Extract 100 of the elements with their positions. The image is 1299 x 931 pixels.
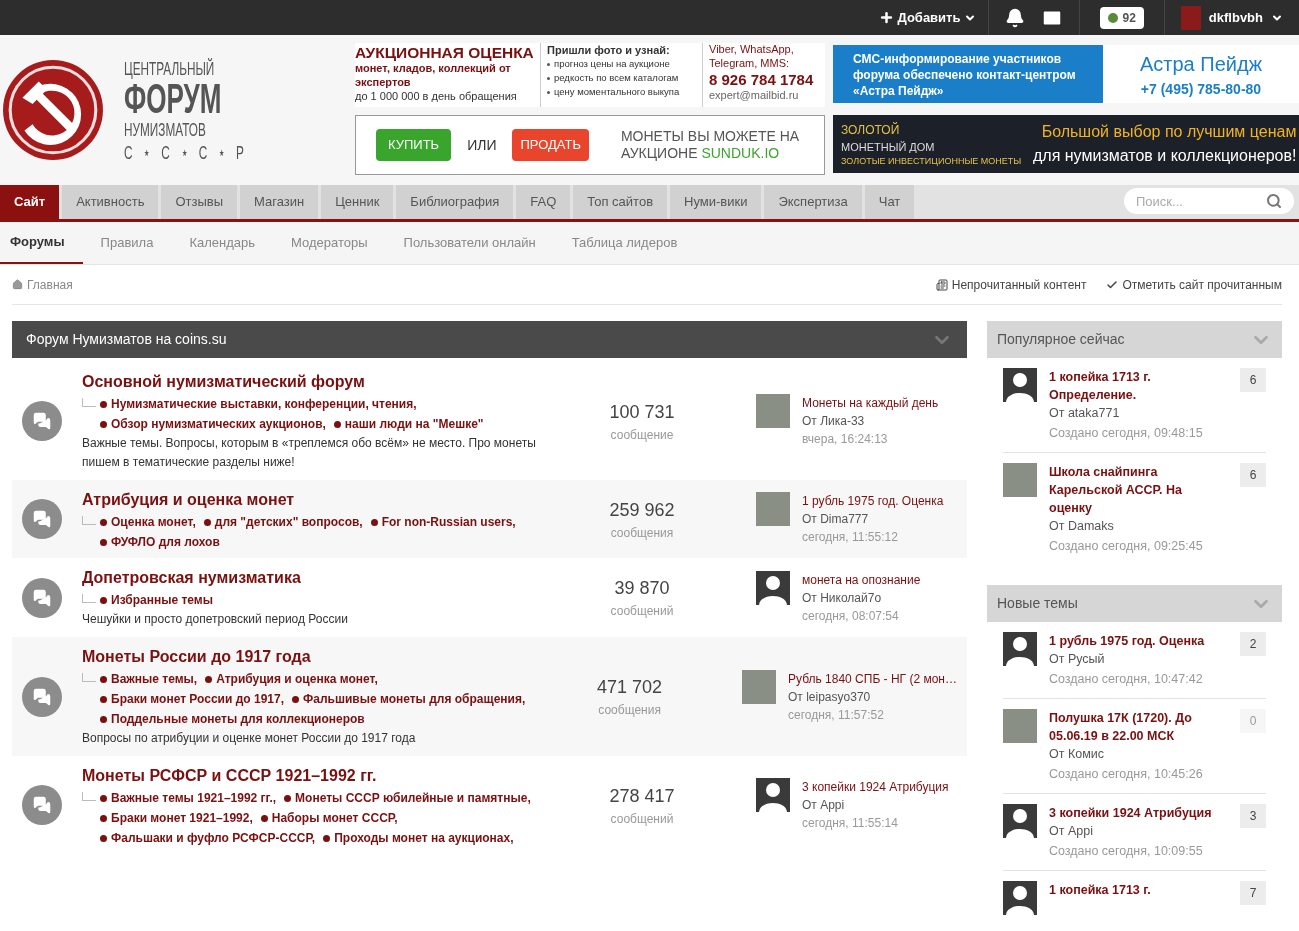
forum-title[interactable]: Монеты России до 1917 года	[82, 645, 552, 669]
dot-icon	[260, 814, 268, 822]
last-post-time: сегодня, 11:55:14	[802, 815, 899, 832]
subforum-link[interactable]: Важные темы,	[111, 671, 198, 687]
user-avatar-placeholder	[1180, 5, 1201, 30]
plus-icon	[878, 10, 894, 25]
subforum-link[interactable]: для "детских" вопросов,	[214, 514, 363, 530]
subforum-link[interactable]: Избранные темы	[111, 592, 213, 608]
topic-link[interactable]: Школа снайпинга Карельской АССР. На оценку	[1049, 463, 1219, 517]
ad-note: до 1 000 000 в день обращения	[355, 89, 518, 104]
nav-tab[interactable]: Экспертиза	[764, 185, 862, 219]
subforum-link[interactable]: Браки монет России до 1917,	[111, 691, 284, 707]
forum-title[interactable]: Основной нумизматический форум	[82, 370, 562, 394]
nav-tab[interactable]: Библиография	[396, 185, 514, 219]
post-count-label: сообщений	[610, 603, 674, 620]
subnav-tab[interactable]: Форумы	[0, 222, 83, 264]
brand-phone: +7 (495) 785-80-80	[1140, 79, 1262, 99]
appraisal-ad[interactable]	[355, 43, 825, 107]
subforum-link[interactable]: Монеты СССР юбилейные и памятные,	[295, 790, 531, 806]
tree-line-icon	[82, 673, 96, 682]
sms-ad[interactable]: СМС-информирование участников форума обеспечено контакт-центром «Астра Пейдж» Астра Пейдж +7 (495) 785-80-80	[833, 45, 1299, 103]
coin-house-ad[interactable]: ЗОЛОТОЙ МОНЕТНЫЙ ДОМ ЗОЛОТЫЕ ИНВЕСТИЦИОННЫЕ МОНЕТЫ Большой выбор по лучшим ценам для нумизматов и коллекционеров!	[833, 115, 1299, 173]
subforum-link[interactable]: Браки монет 1921–1992,	[111, 810, 253, 826]
ad-contacts: Viber, WhatsApp, Telegram, MMS:	[709, 43, 795, 71]
unread-content-link[interactable]: Непрочитанный контент	[935, 275, 1087, 294]
subforum-link[interactable]: Нумизматические выставки, конференции, чтения,	[111, 396, 417, 412]
tree-line-icon	[82, 792, 96, 801]
subforum-link[interactable]: Фальшаки и фуфло РСФСР-СССР,	[111, 830, 316, 846]
last-post-topic[interactable]: 3 копейки 1924 Атрибуция	[802, 778, 949, 796]
subforum-link[interactable]: ФУФЛО для лохов	[111, 534, 220, 550]
topic-link[interactable]: Полушка 17К (1720). До 05.06.19 в 22.00 МСК	[1049, 709, 1219, 745]
notifications-icon[interactable]	[1005, 7, 1026, 28]
dot-icon	[370, 518, 378, 526]
reply-count: 6	[1240, 463, 1266, 487]
topic-link[interactable]: 1 копейка 1713 г. Определение.	[1049, 368, 1219, 404]
last-post-topic[interactable]: Рубль 1840 СПБ - НГ (2 мон…	[788, 669, 957, 688]
nav-tab[interactable]: Магазин	[240, 185, 319, 219]
reply-count: 2	[1240, 632, 1266, 656]
sunduk-ad[interactable]: КУПИТЬ ИЛИ ПРОДАТЬ МОНЕТЫ ВЫ МОЖЕТЕ НА АУКЦИОНЕ SUNDUK.IO	[355, 115, 825, 175]
post-count: 39 870	[614, 577, 670, 600]
check-icon	[1106, 278, 1119, 291]
ad-title: АУКЦИОННАЯ ОЦЕНКА	[355, 43, 535, 63]
logo-text: ЦЕНТРАЛЬНЫЙ	[124, 58, 215, 78]
nav-tab[interactable]: Отзывы	[161, 185, 238, 219]
nav-tab[interactable]: Нуми-вики	[670, 185, 762, 219]
nav-tab[interactable]: FAQ	[516, 185, 571, 219]
subforum-link[interactable]: Проходы монет на аукционах,	[334, 830, 514, 846]
topic-created-time: Создано сегодня, 10:45:26	[1049, 766, 1204, 783]
post-count-label: сообщение	[610, 426, 674, 444]
bullet-icon	[547, 62, 550, 66]
topic-link[interactable]: 1 копейка 1713 г.	[1049, 881, 1219, 899]
ad-bullet: редкость по всем каталогам	[554, 71, 679, 85]
topic-author: От Appi	[1049, 823, 1094, 840]
nav-tab[interactable]: Ценник	[321, 185, 394, 219]
sell-label: ПРОДАТЬ	[512, 129, 589, 161]
reputation-badge[interactable]: 92	[1100, 6, 1144, 29]
subforum-link[interactable]: For non-Russian users,	[381, 514, 516, 530]
forum-title[interactable]: Атрибуция и оценка монет	[82, 488, 562, 512]
subforum-link[interactable]: Обзор нумизматических аукционов,	[111, 416, 326, 432]
sms-ad-text: СМС-информирование участников форума обеспечено контакт-центром «Астра Пейдж»	[833, 45, 1103, 103]
subforum-link[interactable]: Атрибуция и оценка монет,	[216, 671, 378, 687]
search-field[interactable]: Поиск...	[1124, 188, 1294, 214]
last-post-topic[interactable]: монета на опознание	[802, 570, 921, 589]
subforum-link[interactable]: Наборы монет СССР,	[271, 810, 398, 826]
subforum-link[interactable]: Фальшивые монеты для обращения,	[303, 691, 526, 707]
dot-icon	[100, 518, 107, 526]
nav-tab[interactable]: Активность	[62, 185, 159, 219]
forum-title[interactable]: Допетровская нумизматика	[82, 566, 562, 590]
topic-created-time: Создано сегодня, 09:48:15	[1049, 425, 1204, 442]
default-avatar-icon	[1003, 632, 1037, 666]
ad-slogan: для нумизматов и коллекционеров!	[1033, 146, 1297, 166]
topic-link[interactable]: 1 рубль 1975 год. Оценка	[1049, 632, 1219, 650]
nav-tab[interactable]: Чат	[864, 185, 915, 219]
topic-link[interactable]: 3 копейки 1924 Атрибуция	[1049, 804, 1219, 822]
user-menu[interactable]: dkflbvbh	[1164, 0, 1299, 35]
ad-bullet: прогноз цены на аукционе	[554, 57, 670, 71]
bullet-icon	[547, 76, 550, 80]
dot-icon	[100, 596, 107, 604]
subforum-link[interactable]: Поддельные монеты для коллекционеров	[111, 711, 365, 727]
last-post-topic[interactable]: 1 рубль 1975 год. Оценка	[802, 492, 944, 510]
search-icon[interactable]	[1266, 193, 1282, 209]
subforum-link[interactable]: Важные темы 1921–1992 гг.,	[111, 790, 277, 806]
last-post-author: От leipasyo370	[788, 688, 872, 706]
avatar-photo-placeholder	[756, 492, 790, 526]
last-post-topic[interactable]: Монеты на каждый день	[802, 394, 939, 412]
post-count: 259 962	[609, 498, 675, 522]
subforum-link[interactable]: наши люди на "Мешке"	[344, 416, 484, 432]
mark-read-link[interactable]: Отметить сайт прочитанным	[1106, 275, 1282, 294]
nav-tab[interactable]: Топ сайтов	[573, 185, 668, 219]
ad-phone: 8 926 784 1784	[709, 70, 815, 90]
post-count-label: сообщения	[598, 702, 661, 719]
breadcrumb-link[interactable]: Главная	[12, 275, 73, 294]
forum-title[interactable]: Монеты РСФСР и СССР 1921–1992 гг.	[82, 764, 562, 788]
tree-line-icon	[82, 594, 96, 603]
post-count: 278 417	[609, 784, 675, 808]
subforum-link[interactable]: Оценка монет,	[111, 514, 196, 530]
nav-tab[interactable]: Сайт	[0, 185, 60, 219]
default-avatar-icon	[1003, 804, 1037, 838]
avatar-photo-placeholder	[756, 394, 790, 428]
add-button[interactable]: Добавить	[866, 0, 989, 35]
